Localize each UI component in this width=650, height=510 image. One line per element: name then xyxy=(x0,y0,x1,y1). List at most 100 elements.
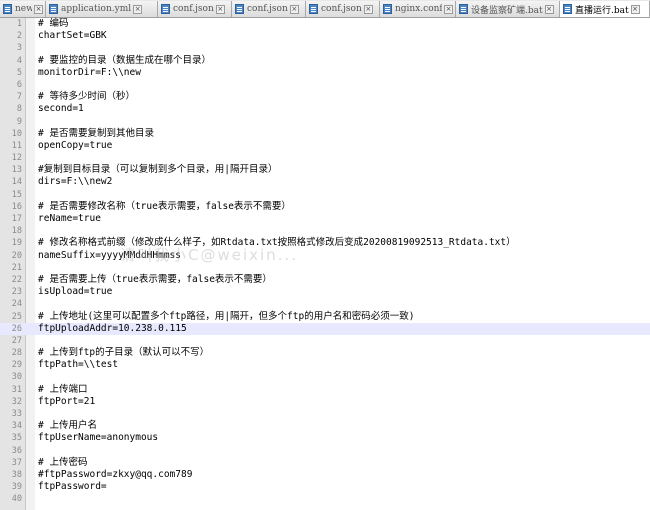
line-number: 18 xyxy=(11,226,22,237)
line-number: 5 xyxy=(16,67,22,78)
code-line[interactable]: 7 # 等待多少时间（秒） xyxy=(0,91,650,103)
tab-label: new 27 xyxy=(15,4,32,14)
code-line[interactable]: 25 # 上传地址(这里可以配置多个ftp路径，用|隔开，但多个ftp的用户名和密… xyxy=(0,311,650,323)
line-number: 29 xyxy=(11,360,22,371)
code-line[interactable]: 38 #ftpPassword=zkxy@qq.com789 xyxy=(0,469,650,481)
code-editor[interactable]: 1 # 编码 2 chartSet=GBK 3 4 # 要监控的目录（数据生成在哪个目录） 5… xyxy=(0,18,650,510)
tab-label: conf.json xyxy=(321,4,362,14)
close-icon[interactable]: × xyxy=(630,4,640,14)
code-line[interactable]: 18 xyxy=(0,225,650,237)
code-line[interactable]: 16 # 是否需要修改名称（true表示需要，false表示不需要） xyxy=(0,201,650,213)
tab-label: nginx.conf xyxy=(395,4,442,14)
code-line[interactable]: 14 dirs=F:\\new2 xyxy=(0,176,650,188)
code-line[interactable]: 17 reName=true xyxy=(0,213,650,225)
notepad-window: new 27 × application.yml × conf.json × c… xyxy=(0,0,650,510)
tab-label: application.yml xyxy=(61,4,132,14)
line-text: # 上传用户名 xyxy=(38,420,97,432)
code-line[interactable]: 28 # 上传到ftp的子目录（默认可以不写） xyxy=(0,347,650,359)
code-line[interactable]: 29 ftpPath=\\test xyxy=(0,359,650,371)
code-line[interactable]: 15 xyxy=(0,189,650,201)
code-line[interactable]: 12 xyxy=(0,152,650,164)
code-line[interactable]: 6 xyxy=(0,79,650,91)
code-line[interactable]: 22 # 是否需要上传（true表示需要，false表示不需要） xyxy=(0,274,650,286)
code-line[interactable]: 3 xyxy=(0,42,650,54)
code-line[interactable]: 19 # 修改名称格式前缀（修改成什么样子，如Rtdata.txt按照格式修改后变… xyxy=(0,237,650,249)
line-number: 33 xyxy=(11,409,22,419)
line-text: # 上传端口 xyxy=(38,383,88,395)
code-line[interactable]: 37 # 上传密码 xyxy=(0,457,650,469)
line-number: 11 xyxy=(11,140,22,151)
code-line[interactable]: 33 xyxy=(0,408,650,420)
line-text: # 上传到ftp的子目录（默认可以不写） xyxy=(38,347,210,359)
code-line[interactable]: 27 xyxy=(0,335,650,347)
line-text: ftpPassword= xyxy=(38,481,107,493)
line-text: nameSuffix=yyyyMMddHHmmss xyxy=(38,249,181,261)
tab-nginx-conf[interactable]: nginx.conf × xyxy=(380,1,456,17)
code-line[interactable]: 31 # 上传端口 xyxy=(0,384,650,396)
line-number: 24 xyxy=(11,299,22,310)
code-line[interactable]: 9 xyxy=(0,116,650,128)
tab-bat-monitor[interactable]: 设备监察矿端.bat × xyxy=(456,1,560,17)
line-number: 37 xyxy=(11,457,22,468)
code-line[interactable]: 5 monitorDir=F:\\new xyxy=(0,67,650,79)
code-line[interactable]: 24 xyxy=(0,298,650,310)
line-text: ftpUserName=anonymous xyxy=(38,432,159,444)
line-text: # 修改名称格式前缀（修改成什么样子，如Rtdata.txt按照格式修改后变成2… xyxy=(38,237,516,249)
line-number: 34 xyxy=(11,421,22,432)
file-icon xyxy=(563,4,572,14)
code-line[interactable]: 39 ftpPassword= xyxy=(0,481,650,493)
line-number: 4 xyxy=(16,55,22,66)
code-line[interactable]: 20 nameSuffix=yyyyMMddHHmmss xyxy=(0,250,650,262)
line-number: 2 xyxy=(16,31,22,42)
line-text: isUpload=true xyxy=(38,286,113,298)
tab-conf-json-3[interactable]: conf.json × xyxy=(306,1,380,17)
code-line[interactable]: 34 # 上传用户名 xyxy=(0,420,650,432)
tab-conf-json-1[interactable]: conf.json × xyxy=(158,1,232,17)
close-icon[interactable]: × xyxy=(363,4,373,14)
tab-application-yml[interactable]: application.yml × xyxy=(46,1,158,17)
code-line[interactable]: 21 xyxy=(0,262,650,274)
tab-conf-json-2[interactable]: conf.json × xyxy=(232,1,306,17)
line-number: 20 xyxy=(11,250,22,261)
close-icon[interactable]: × xyxy=(133,4,143,14)
line-text: ftpPath=\\test xyxy=(38,359,119,371)
line-number: 22 xyxy=(11,274,22,285)
code-line[interactable]: 4 # 要监控的目录（数据生成在哪个目录） xyxy=(0,55,650,67)
code-line[interactable]: 1 # 编码 xyxy=(0,18,650,30)
line-number: 1 xyxy=(16,19,22,29)
code-line[interactable]: 23 isUpload=true xyxy=(0,286,650,298)
code-line[interactable]: 2 chartSet=GBK xyxy=(0,30,650,42)
line-number: 23 xyxy=(11,287,22,298)
line-number: 36 xyxy=(11,445,22,456)
close-icon[interactable]: × xyxy=(289,4,299,14)
tab-label: conf.json xyxy=(173,4,214,14)
file-icon xyxy=(235,4,244,14)
line-number: 32 xyxy=(11,396,22,407)
line-number: 30 xyxy=(11,372,22,383)
code-line[interactable]: 10 # 是否需要复制到其他目录 xyxy=(0,128,650,140)
code-line[interactable]: 30 xyxy=(0,371,650,383)
code-line[interactable]: 11 openCopy=true xyxy=(0,140,650,152)
code-line[interactable]: 26 ftpUploadAddr=10.238.0.115 xyxy=(0,322,650,335)
line-text: chartSet=GBK xyxy=(38,30,107,42)
code-line[interactable]: 8 second=1 xyxy=(0,103,650,115)
tab-bat-live-run[interactable]: 直播运行.bat × xyxy=(560,1,650,17)
code-line[interactable]: 32 ftpPort=21 xyxy=(0,396,650,408)
line-number: 19 xyxy=(11,238,22,249)
line-text: ftpUploadAddr=10.238.0.115 xyxy=(38,322,187,334)
code-line[interactable]: 35 ftpUserName=anonymous xyxy=(0,432,650,444)
line-number: 26 xyxy=(11,323,22,334)
tab-new-27[interactable]: new 27 × xyxy=(0,1,46,17)
close-icon[interactable]: × xyxy=(215,4,225,14)
code-line[interactable]: 13 #复制到目标目录（可以复制到多个目录，用|隔开目录） xyxy=(0,164,650,176)
close-icon[interactable]: × xyxy=(544,4,554,14)
tab-label: 设备监察矿端.bat xyxy=(471,5,543,16)
file-icon xyxy=(309,4,318,14)
line-number: 39 xyxy=(11,482,22,493)
close-icon[interactable]: × xyxy=(34,4,43,14)
line-text: # 要监控的目录（数据生成在哪个目录） xyxy=(38,54,211,66)
line-number: 16 xyxy=(11,201,22,212)
code-line[interactable]: 40 xyxy=(0,493,650,505)
code-line[interactable]: 36 xyxy=(0,445,650,457)
close-icon[interactable]: × xyxy=(444,4,453,14)
